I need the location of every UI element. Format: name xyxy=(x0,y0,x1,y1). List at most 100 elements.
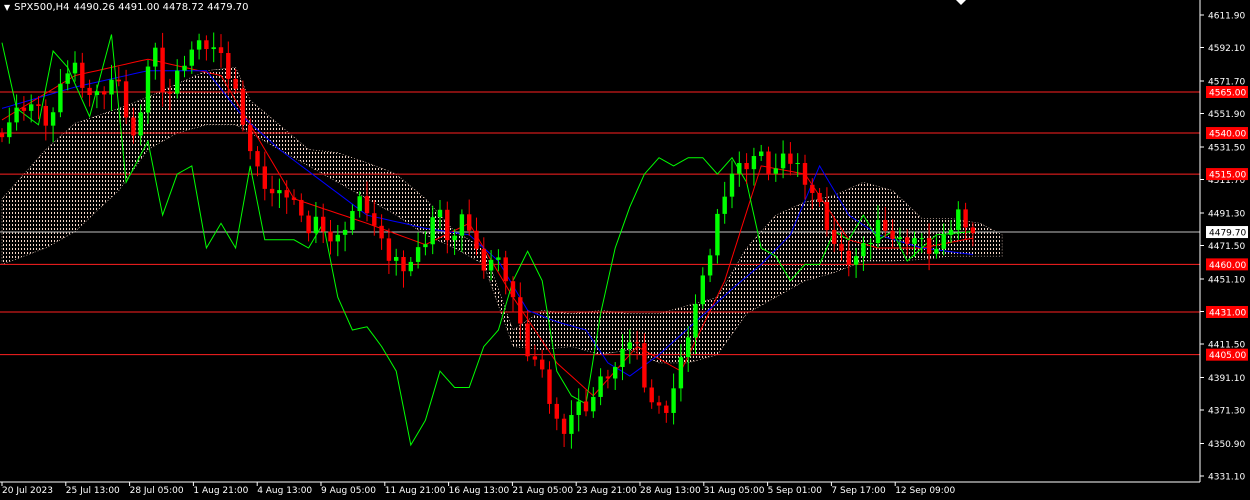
y-tick-label: 4592.10 xyxy=(1208,44,1245,54)
candle-body xyxy=(569,415,574,434)
candle-body xyxy=(87,87,92,96)
y-tick-label: 4391.10 xyxy=(1208,374,1245,384)
candle-body xyxy=(401,256,406,272)
y-tick-label: 4371.30 xyxy=(1208,407,1245,417)
candle-body xyxy=(780,153,786,169)
candle-body xyxy=(649,387,654,403)
candle-body xyxy=(868,243,873,245)
candle-body xyxy=(204,40,209,50)
candle-body xyxy=(934,248,939,254)
candle-body xyxy=(423,244,428,248)
candle-body xyxy=(211,47,216,50)
candle-body xyxy=(364,196,370,214)
candle-body xyxy=(445,209,450,241)
candle-body xyxy=(890,230,895,239)
candle-body xyxy=(233,78,238,89)
x-tick-label: 23 Aug 21:00 xyxy=(576,486,637,496)
x-tick-label: 5 Sep 01:00 xyxy=(768,486,823,496)
chart-ohlc: 4490.26 4491.00 4478.72 4479.70 xyxy=(73,2,249,13)
y-tick-label: 4331.10 xyxy=(1208,473,1245,483)
candle-body xyxy=(218,47,224,54)
candle-body xyxy=(751,156,757,170)
candle-body xyxy=(299,199,304,216)
candle-body xyxy=(58,83,63,113)
candle-body xyxy=(0,133,5,138)
candle-body xyxy=(488,259,494,271)
candle-body xyxy=(80,62,85,88)
candle-body xyxy=(693,304,698,338)
candle-body xyxy=(240,88,246,125)
candle-body xyxy=(671,388,676,413)
chart-background xyxy=(0,0,1250,500)
candle-body xyxy=(766,151,771,174)
candle-body xyxy=(29,104,34,111)
candle-body xyxy=(474,230,479,249)
candle-body xyxy=(737,163,742,174)
candle-body xyxy=(561,418,567,434)
candle-body xyxy=(160,47,165,92)
y-tick-label: 4551.90 xyxy=(1208,110,1245,120)
candle-body xyxy=(459,214,465,236)
candle-body xyxy=(182,65,187,71)
candle-body xyxy=(350,211,355,230)
y-tick-label: 4471.50 xyxy=(1208,242,1245,252)
candle-body xyxy=(284,190,289,198)
level-price-label: 4540.00 xyxy=(1209,130,1246,140)
candle-body xyxy=(715,213,720,256)
candle-body xyxy=(700,275,705,305)
candle-body xyxy=(634,342,640,344)
level-price-label: 4460.00 xyxy=(1209,261,1246,271)
candle-body xyxy=(970,227,976,234)
y-tick-label: 4531.50 xyxy=(1208,143,1245,153)
candle-body xyxy=(707,255,713,276)
price-chart[interactable]: 4611.904592.104571.704551.904531.504511.… xyxy=(0,0,1250,500)
candle-body xyxy=(956,209,961,230)
candle-body xyxy=(941,234,946,249)
level-price-label: 4565.00 xyxy=(1209,88,1246,98)
candle-body xyxy=(255,151,260,167)
candle-body xyxy=(94,91,100,96)
candle-body xyxy=(598,376,603,397)
current-price-label: 4479.70 xyxy=(1209,229,1246,239)
candle-body xyxy=(7,122,12,138)
candle-body xyxy=(817,192,822,202)
candle-body xyxy=(532,356,538,360)
candle-body xyxy=(686,337,691,358)
candle-body xyxy=(372,213,377,226)
candle-body xyxy=(963,209,968,228)
x-tick-label: 21 Aug 05:00 xyxy=(512,486,573,496)
candle-body xyxy=(43,105,48,126)
candle-body xyxy=(576,401,581,416)
candle-body xyxy=(722,196,727,214)
y-tick-label: 4491.30 xyxy=(1208,209,1245,219)
candle-body xyxy=(21,107,27,111)
x-tick-label: 28 Aug 13:00 xyxy=(640,486,701,496)
candle-body xyxy=(510,281,516,298)
candle-body xyxy=(109,79,114,95)
menu-triangle-icon[interactable]: ▼ xyxy=(4,3,10,12)
candle-body xyxy=(591,396,596,412)
candle-body xyxy=(540,359,545,370)
candle-body xyxy=(415,247,421,262)
candle-body xyxy=(123,81,129,118)
candle-body xyxy=(357,196,362,212)
candle-body xyxy=(467,214,472,231)
candle-body xyxy=(554,403,559,419)
candle-body xyxy=(905,237,910,244)
candle-body xyxy=(788,153,793,164)
candle-body xyxy=(72,62,78,74)
candle-body xyxy=(138,112,143,136)
candle-body xyxy=(36,104,41,106)
candle-body xyxy=(912,238,917,244)
candle-body xyxy=(65,73,70,84)
candle-body xyxy=(926,238,932,254)
candle-body xyxy=(656,402,662,406)
y-tick-label: 4350.90 xyxy=(1208,440,1245,450)
x-tick-label: 7 Sep 17:00 xyxy=(831,486,886,496)
candle-body xyxy=(948,229,954,235)
candle-body xyxy=(306,215,311,234)
candle-body xyxy=(175,70,180,94)
candle-body xyxy=(437,209,443,218)
candle-body xyxy=(262,166,267,189)
candle-body xyxy=(620,348,625,367)
